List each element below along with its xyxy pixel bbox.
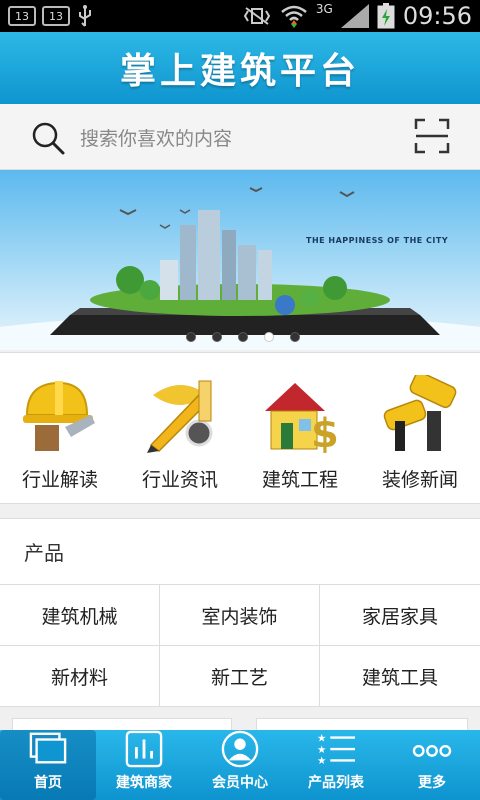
content-card[interactable]: [256, 718, 468, 730]
nav-label: 更多: [418, 775, 446, 791]
product-item[interactable]: 新工艺: [160, 646, 320, 707]
bottom-nav: 首页 建筑商家 会员中心 ★ ★ ★ 产品列表 更多: [0, 730, 480, 800]
carousel-dot-active[interactable]: [264, 332, 274, 342]
carousel-indicator[interactable]: [186, 332, 300, 342]
clock: 09:56: [402, 2, 472, 30]
product-grid: 建筑机械 室内装饰 家居家具 新材料 新工艺 建筑工具: [0, 585, 480, 707]
nav-label: 产品列表: [308, 775, 364, 791]
more-dots-icon: [412, 744, 452, 757]
product-item[interactable]: 家居家具: [320, 585, 480, 646]
category-label: 建筑工程: [261, 469, 338, 491]
battery-charging-icon: [377, 3, 395, 29]
carousel-dot[interactable]: [290, 332, 300, 342]
nav-member-center[interactable]: 会员中心: [192, 730, 288, 800]
product-item[interactable]: 建筑工具: [320, 646, 480, 707]
app-title: 掌上建筑平台: [119, 51, 360, 92]
banner-image: [0, 187, 480, 350]
svg-text:$: $: [311, 411, 339, 453]
user-avatar-icon: [221, 730, 259, 768]
category-grid: 行业解读 行业资讯 $ 建筑工程 装修新闻: [0, 352, 480, 504]
usb-icon: [79, 5, 91, 27]
promo-banner[interactable]: THE HAPPINESS OF THE CITY: [0, 170, 480, 350]
nav-label: 建筑商家: [116, 775, 172, 791]
nav-more[interactable]: 更多: [384, 730, 480, 800]
notification-badge: 13: [8, 6, 36, 26]
category-decoration-news[interactable]: 装修新闻: [360, 353, 480, 503]
svg-text:★: ★: [317, 744, 326, 756]
product-item[interactable]: 新材料: [0, 646, 160, 707]
search-icon[interactable]: [30, 120, 66, 156]
paint-roller-icon: [383, 375, 457, 451]
category-industry-news[interactable]: 行业资讯: [120, 353, 240, 503]
category-label: 行业解读: [21, 469, 98, 491]
signal-icon: [340, 4, 369, 28]
category-construction[interactable]: $ 建筑工程: [240, 353, 360, 503]
scan-icon[interactable]: [414, 118, 450, 154]
product-item[interactable]: 建筑机械: [0, 585, 160, 646]
wifi-icon: [281, 5, 307, 28]
products-section: 产品 建筑机械 室内装饰 家居家具 新材料 新工艺 建筑工具: [0, 518, 480, 707]
status-bar: 13 13 3G 09:56: [0, 0, 480, 32]
home-window-icon: [29, 732, 67, 764]
network-type: 3G: [315, 2, 333, 16]
banner-caption: THE HAPPINESS OF THE CITY: [306, 236, 449, 245]
bar-chart-icon: [125, 730, 163, 768]
pencil-ruler-icon: [147, 380, 213, 453]
house-dollar-icon: $: [265, 383, 339, 453]
carousel-dot[interactable]: [238, 332, 248, 342]
category-industry-analysis[interactable]: 行业解读: [0, 353, 120, 503]
products-heading: 产品: [0, 519, 480, 585]
nav-home[interactable]: 首页: [0, 730, 96, 800]
search-input[interactable]: 搜索你喜欢的内容: [80, 124, 232, 151]
nav-product-list[interactable]: ★ ★ ★ 产品列表: [288, 730, 384, 800]
svg-text:★: ★: [317, 732, 326, 744]
carousel-dot[interactable]: [186, 332, 196, 342]
category-label: 行业资讯: [141, 469, 218, 491]
helmet-trowel-icon: [23, 381, 95, 451]
nav-merchants[interactable]: 建筑商家: [96, 730, 192, 800]
content-card[interactable]: [12, 718, 232, 730]
product-item[interactable]: 室内装饰: [160, 585, 320, 646]
search-bar[interactable]: 搜索你喜欢的内容: [0, 104, 480, 170]
notification-badge: 13: [42, 6, 70, 26]
category-label: 装修新闻: [381, 469, 458, 491]
title-bar: 掌上建筑平台: [0, 32, 480, 104]
svg-text:★: ★: [317, 755, 326, 767]
nav-label: 会员中心: [212, 775, 268, 791]
vibrate-icon: [243, 7, 271, 25]
nav-label: 首页: [34, 775, 62, 791]
carousel-dot[interactable]: [212, 332, 222, 342]
star-list-icon: ★ ★ ★: [317, 732, 355, 767]
